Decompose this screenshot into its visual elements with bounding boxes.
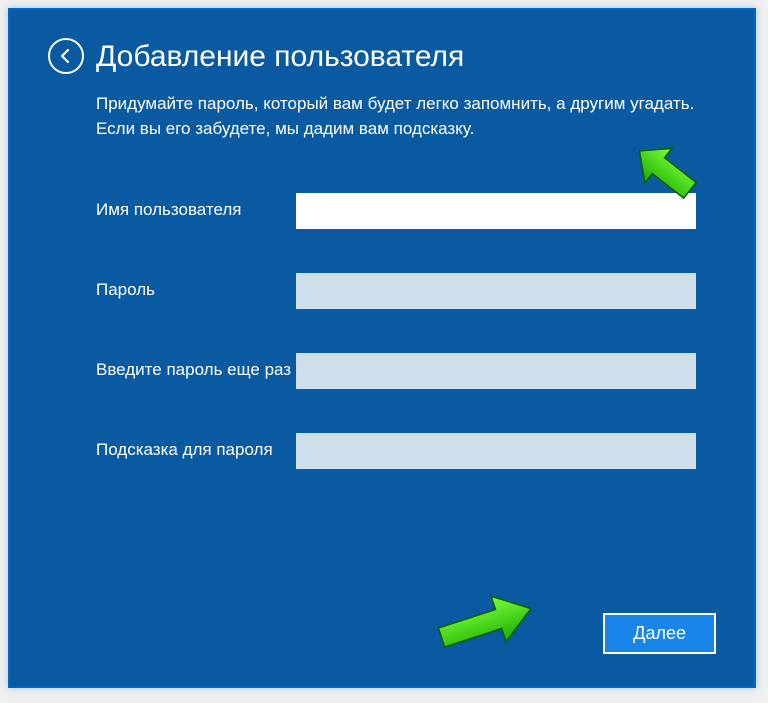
back-button[interactable] <box>48 38 84 74</box>
confirm-password-label: Введите пароль еще раз <box>96 353 296 381</box>
password-row: Пароль <box>96 273 716 309</box>
username-label: Имя пользователя <box>96 193 296 221</box>
password-hint-input[interactable] <box>296 433 696 469</box>
header: Добавление пользователя <box>48 38 716 74</box>
confirm-password-row: Введите пароль еще раз <box>96 353 716 389</box>
button-bar: Далее <box>603 613 716 654</box>
arrow-left-icon <box>57 47 75 65</box>
username-input[interactable] <box>296 193 696 229</box>
username-row: Имя пользователя <box>96 193 716 229</box>
add-user-wizard: Добавление пользователя Придумайте парол… <box>8 8 756 688</box>
confirm-password-input[interactable] <box>296 353 696 389</box>
page-description: Придумайте пароль, который вам будет лег… <box>96 92 716 141</box>
password-label: Пароль <box>96 273 296 301</box>
password-hint-row: Подсказка для пароля <box>96 433 716 469</box>
password-hint-label: Подсказка для пароля <box>96 433 296 461</box>
password-input[interactable] <box>296 273 696 309</box>
page-title: Добавление пользователя <box>96 40 464 73</box>
next-button[interactable]: Далее <box>603 613 716 654</box>
